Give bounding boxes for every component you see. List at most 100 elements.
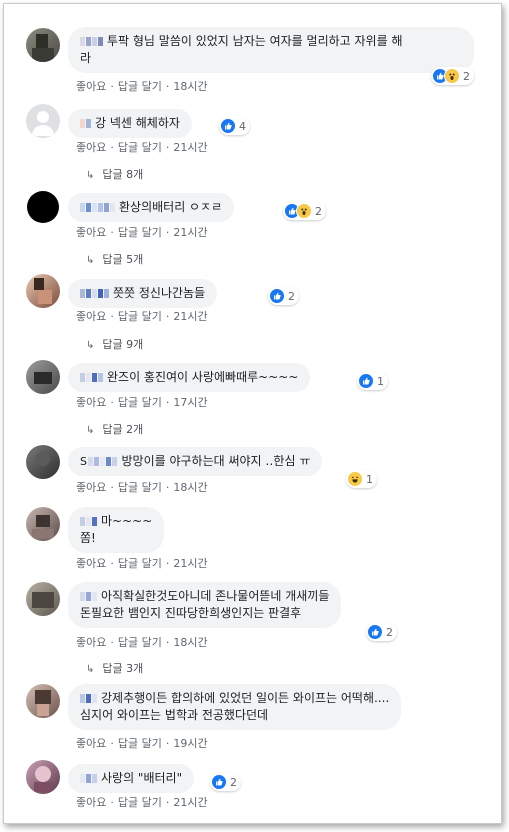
reply-arrow-icon: ↳ bbox=[86, 664, 95, 675]
view-replies-link[interactable]: ↳ 답글 9개 bbox=[86, 336, 143, 352]
comment-time[interactable]: 18시간 bbox=[173, 80, 207, 93]
commenter-name[interactable] bbox=[80, 285, 110, 302]
commenter-name[interactable] bbox=[80, 690, 98, 707]
reaction-count: 2 bbox=[230, 775, 237, 789]
comment-bubble: 투팍 형님 말씀이 있었지 남자는 여자를 멀리하고 자위를 해 라 bbox=[68, 27, 474, 73]
avatar[interactable] bbox=[26, 104, 60, 138]
reaction-summary[interactable]: 2 bbox=[283, 202, 326, 220]
comment-text: 쯧쯧 정신나간놈들 bbox=[113, 286, 206, 300]
view-replies-link[interactable]: ↳ 답글 5개 bbox=[86, 251, 143, 267]
separator: · bbox=[110, 310, 114, 323]
comment-time[interactable]: 17시간 bbox=[173, 396, 207, 409]
avatar[interactable] bbox=[26, 760, 60, 794]
separator: · bbox=[165, 481, 170, 494]
comment-actions: 좋아요 · 답글 달기 · 21시간 bbox=[76, 224, 208, 240]
commenter-name[interactable] bbox=[80, 588, 98, 605]
separator: · bbox=[110, 636, 114, 649]
replies-count: 답글 3개 bbox=[102, 662, 144, 675]
reaction-summary[interactable]: 2 bbox=[431, 67, 474, 85]
comment-time[interactable]: 21시간 bbox=[173, 557, 207, 570]
avatar[interactable] bbox=[26, 190, 60, 224]
comment-actions: 좋아요 · 답글 달기 · 18시간 bbox=[76, 479, 208, 495]
reaction-count: 1 bbox=[377, 374, 384, 388]
like-link[interactable]: 좋아요 bbox=[76, 396, 106, 409]
separator: · bbox=[165, 796, 170, 809]
replies-count: 답글 9개 bbox=[102, 338, 144, 351]
reaction-summary[interactable]: 1 bbox=[346, 470, 377, 488]
comment-text-line1: 마~~~~ bbox=[101, 514, 153, 528]
separator: · bbox=[110, 557, 114, 570]
like-link[interactable]: 좋아요 bbox=[76, 141, 106, 154]
avatar[interactable] bbox=[26, 445, 60, 479]
commenter-name[interactable] bbox=[80, 513, 98, 530]
reaction-count: 4 bbox=[239, 119, 246, 133]
separator: · bbox=[165, 80, 170, 93]
wow-reaction-icon bbox=[296, 203, 312, 219]
view-replies-link[interactable]: ↳ 답글 2개 bbox=[86, 421, 143, 437]
avatar[interactable] bbox=[26, 28, 60, 62]
avatar[interactable] bbox=[26, 684, 60, 718]
avatar[interactable] bbox=[26, 507, 60, 541]
reply-link[interactable]: 답글 달기 bbox=[118, 80, 162, 93]
commenter-name[interactable] bbox=[80, 770, 98, 787]
commenter-name[interactable] bbox=[80, 33, 104, 50]
view-replies-link[interactable]: ↳ 답글 8개 bbox=[86, 166, 143, 182]
like-link[interactable]: 좋아요 bbox=[76, 80, 106, 93]
like-reaction-icon bbox=[367, 624, 383, 640]
reaction-summary[interactable]: 4 bbox=[219, 117, 250, 135]
like-reaction-icon bbox=[269, 288, 285, 304]
commenter-name[interactable] bbox=[80, 369, 104, 386]
reply-link[interactable]: 답글 달기 bbox=[118, 737, 162, 750]
comment-time[interactable]: 21시간 bbox=[173, 796, 207, 809]
reply-link[interactable]: 답글 달기 bbox=[118, 310, 162, 323]
comment-time[interactable]: 18시간 bbox=[173, 636, 207, 649]
reaction-summary[interactable]: 1 bbox=[357, 372, 388, 390]
comment-bubble: 강제추행이든 합의하에 있었던 일이든 와이프는 어떡해.... 심지어 와이프… bbox=[68, 684, 402, 730]
avatar[interactable] bbox=[26, 582, 60, 616]
avatar[interactable] bbox=[26, 274, 60, 308]
replies-count: 답글 8개 bbox=[102, 168, 144, 181]
replies-count: 답글 5개 bbox=[102, 253, 144, 266]
separator: · bbox=[165, 636, 170, 649]
reply-arrow-icon: ↳ bbox=[86, 425, 95, 436]
reply-link[interactable]: 답글 달기 bbox=[118, 557, 162, 570]
reply-link[interactable]: 답글 달기 bbox=[118, 636, 162, 649]
like-link[interactable]: 좋아요 bbox=[76, 737, 106, 750]
reply-link[interactable]: 답글 달기 bbox=[118, 481, 162, 494]
reply-link[interactable]: 답글 달기 bbox=[118, 396, 162, 409]
like-link[interactable]: 좋아요 bbox=[76, 226, 106, 239]
commenter-name[interactable]: S bbox=[80, 453, 118, 470]
comment-time[interactable]: 21시간 bbox=[173, 141, 207, 154]
separator: · bbox=[110, 226, 114, 239]
comment-time[interactable]: 19시간 bbox=[173, 737, 207, 750]
comment-actions: 좋아요 · 답글 달기 · 19시간 bbox=[76, 735, 208, 751]
like-link[interactable]: 좋아요 bbox=[76, 636, 106, 649]
comment-time[interactable]: 21시간 bbox=[173, 226, 207, 239]
view-replies-link[interactable]: ↳ 답글 3개 bbox=[86, 660, 143, 676]
like-link[interactable]: 좋아요 bbox=[76, 557, 106, 570]
separator: · bbox=[110, 796, 114, 809]
avatar[interactable] bbox=[26, 360, 60, 394]
haha-reaction-icon bbox=[347, 471, 363, 487]
reply-link[interactable]: 답글 달기 bbox=[118, 141, 162, 154]
like-link[interactable]: 좋아요 bbox=[76, 310, 106, 323]
comment-time[interactable]: 18시간 bbox=[173, 481, 207, 494]
commenter-name[interactable] bbox=[80, 115, 92, 132]
reply-arrow-icon: ↳ bbox=[86, 340, 95, 351]
reply-arrow-icon: ↳ bbox=[86, 170, 95, 181]
like-link[interactable]: 좋아요 bbox=[76, 481, 106, 494]
comment-actions: 좋아요 · 답글 달기 · 21시간 bbox=[76, 555, 208, 571]
reaction-summary[interactable]: 2 bbox=[210, 773, 241, 791]
commenter-name[interactable] bbox=[80, 199, 116, 216]
reaction-summary[interactable]: 2 bbox=[366, 623, 397, 641]
separator: · bbox=[165, 226, 170, 239]
reply-link[interactable]: 답글 달기 bbox=[118, 796, 162, 809]
comment-time[interactable]: 21시간 bbox=[173, 310, 207, 323]
reaction-count: 2 bbox=[463, 69, 470, 83]
like-link[interactable]: 좋아요 bbox=[76, 796, 106, 809]
separator: · bbox=[165, 141, 170, 154]
comment-bubble: 쯧쯧 정신나간놈들 bbox=[68, 279, 218, 308]
reply-link[interactable]: 답글 달기 bbox=[118, 226, 162, 239]
comment-text-line1: 투팍 형님 말씀이 있었지 남자는 여자를 멀리하고 자위를 해 bbox=[107, 34, 403, 48]
reaction-summary[interactable]: 2 bbox=[268, 287, 299, 305]
